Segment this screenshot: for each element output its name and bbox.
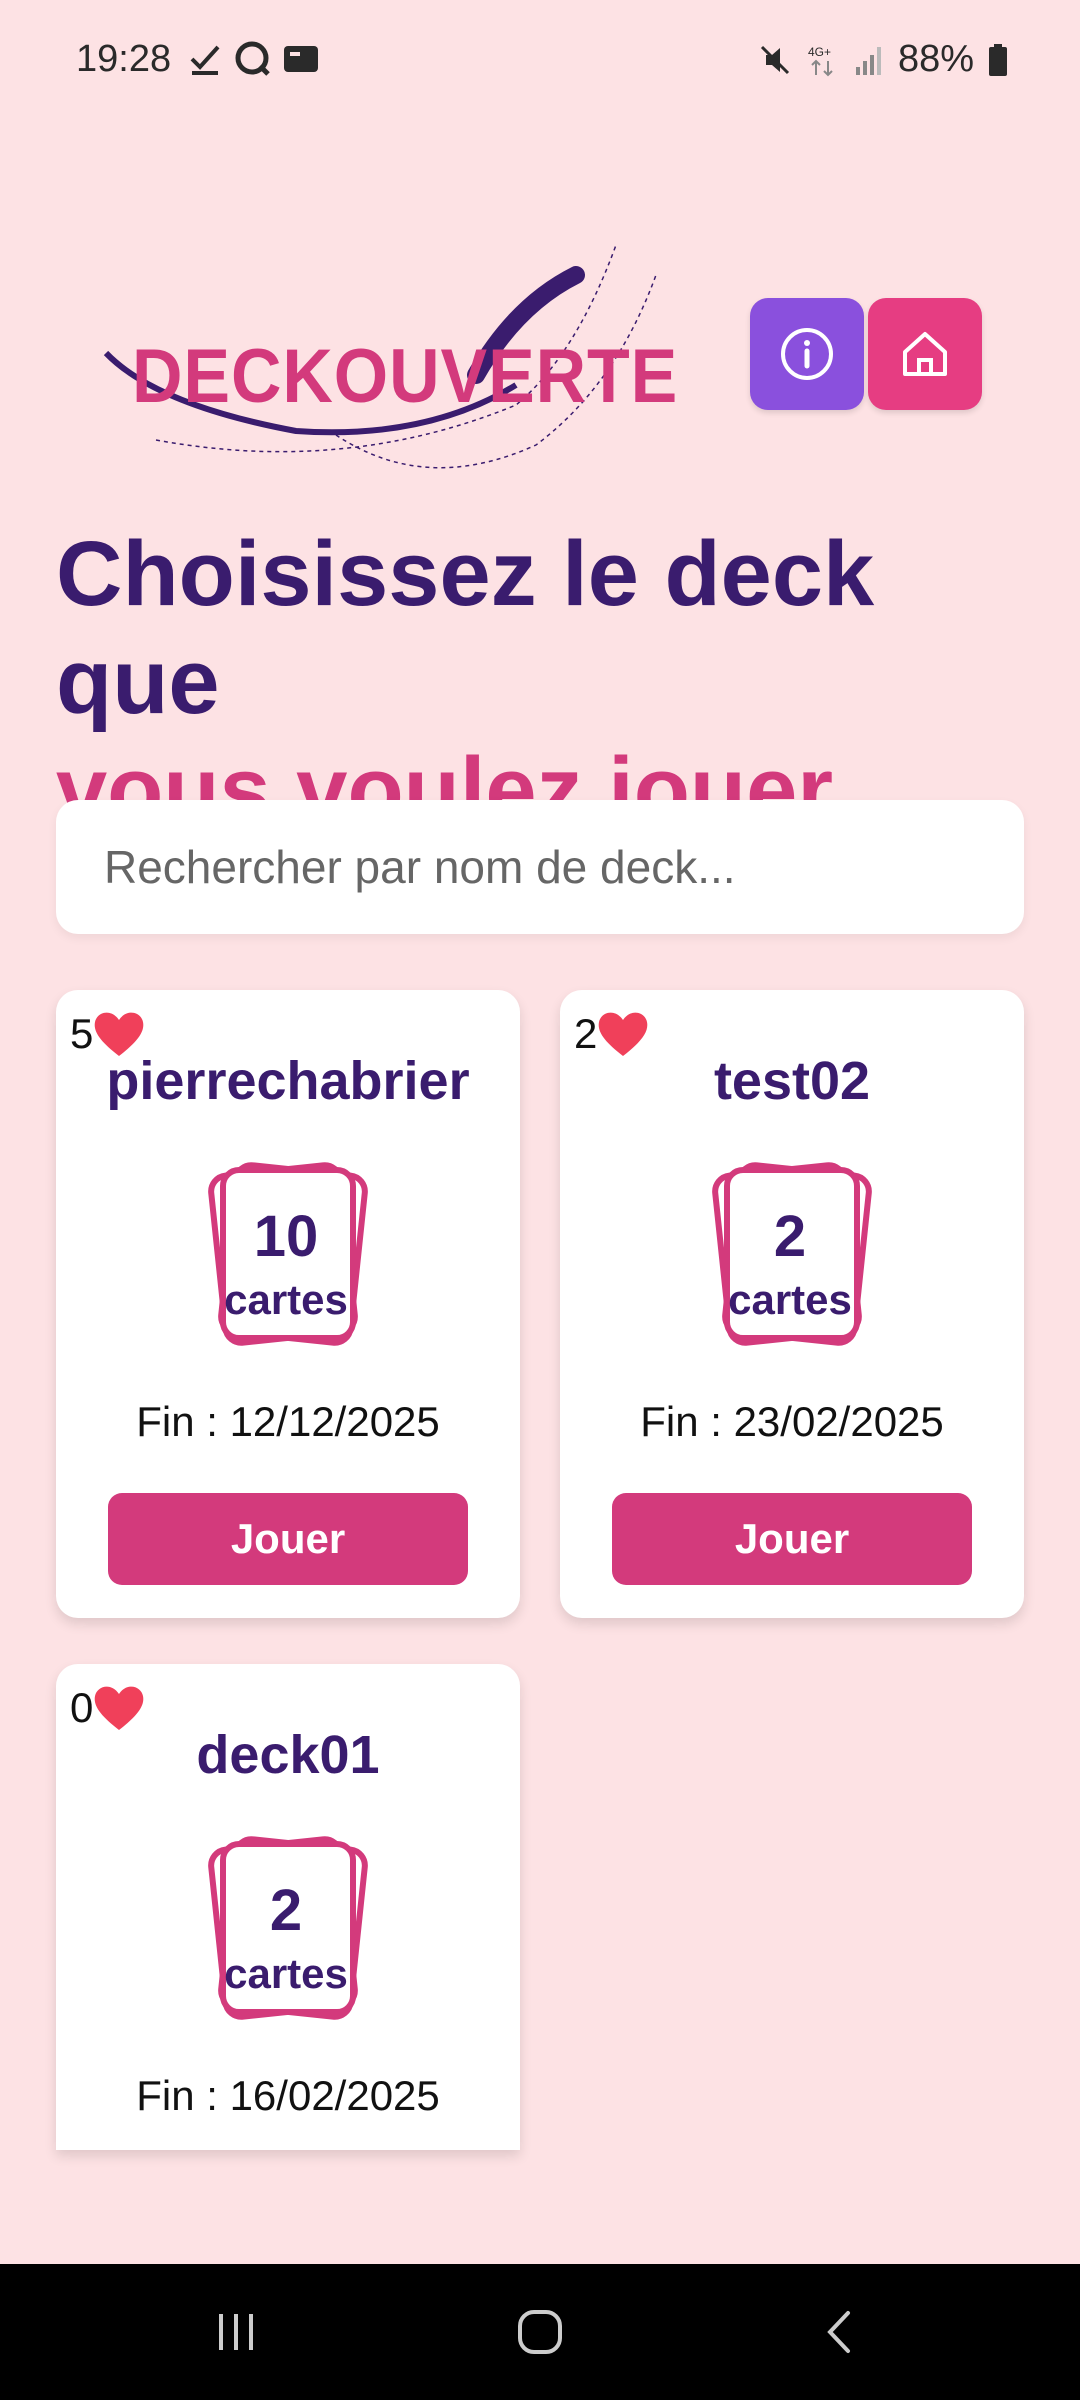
deck-card: 2 test02 2 cartes Fin : 23/02/2025 Jouer	[560, 990, 1024, 1618]
search-input[interactable]	[102, 839, 1006, 895]
deck-card-count: 10	[253, 1204, 319, 1269]
back-icon	[827, 2311, 850, 2353]
home-button[interactable]	[868, 298, 982, 410]
deck-card: 0 deck01 2 cartes Fin : 16/02/2025	[56, 1664, 520, 2150]
page-title: Choisissez le deck que vous voulez jouer	[56, 520, 1036, 844]
status-bar: 19:28 4G+ 88%	[0, 0, 1080, 120]
battery-icon	[989, 43, 1007, 76]
4g-icon: 4G+	[808, 45, 833, 76]
logo-text: DECKOUVERTE	[132, 334, 679, 419]
deck-card-count: 2	[269, 1878, 303, 1943]
status-time: 19:28	[76, 38, 172, 80]
search-bar	[56, 800, 1024, 934]
deck-end-date: Fin : 16/02/2025	[136, 2072, 440, 2119]
deck-card: 5 pierrechabrier 10 cartes Fin : 12/12/2…	[56, 990, 520, 1618]
deck-card-label: cartes	[224, 1276, 348, 1323]
system-nav-bar	[0, 2264, 1080, 2400]
deck-end-date: Fin : 12/12/2025	[136, 1398, 440, 1445]
deck-card-count: 2	[773, 1204, 807, 1269]
check-icon	[190, 45, 220, 75]
home-nav-button[interactable]	[500, 2300, 580, 2364]
deck-name: pierrechabrier	[106, 1051, 470, 1111]
deck-name: test02	[713, 1051, 871, 1111]
app-logo: DECKOUVERTE	[96, 235, 746, 475]
chat-icon	[235, 41, 270, 76]
deck-card-label: cartes	[728, 1276, 852, 1323]
info-button[interactable]	[750, 298, 864, 410]
home-icon	[903, 332, 947, 376]
svg-text:4G+: 4G+	[808, 45, 831, 59]
battery-percent: 88%	[897, 38, 974, 80]
deck-end-date: Fin : 23/02/2025	[640, 1398, 944, 1445]
title-line-1: Choisissez le deck que	[56, 523, 875, 733]
recent-apps-button[interactable]	[196, 2300, 276, 2364]
info-icon	[781, 328, 833, 380]
back-button[interactable]	[800, 2300, 880, 2364]
play-button[interactable]: Jouer	[612, 1493, 972, 1585]
play-button[interactable]: Jouer	[108, 1493, 468, 1585]
deck-card-label: cartes	[224, 1950, 348, 1997]
deck-name: deck01	[196, 1725, 380, 1785]
signal-icon	[855, 46, 881, 75]
home-circle-icon	[518, 2310, 562, 2354]
cast-icon	[284, 46, 318, 72]
mute-icon	[760, 45, 789, 74]
recent-apps-icon	[219, 2314, 253, 2350]
